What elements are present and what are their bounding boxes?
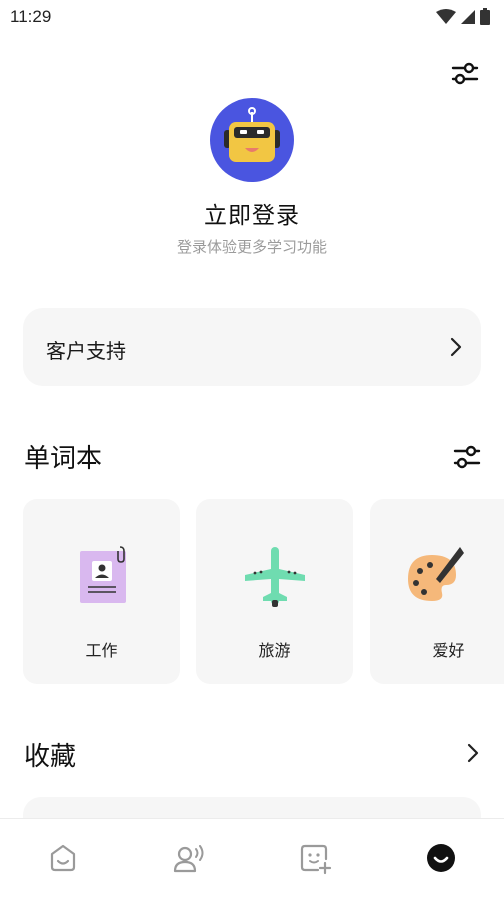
sliders-icon <box>451 62 479 85</box>
status-bar: 11:29 <box>0 0 504 34</box>
login-subtitle: 登录体验更多学习功能 <box>176 238 327 256</box>
battery-icon <box>480 8 490 25</box>
vocab-card-label: 旅游 <box>258 641 291 660</box>
home-face-icon <box>50 844 76 872</box>
login-title[interactable]: 立即登录 <box>0 196 504 230</box>
robot-icon <box>224 107 280 162</box>
favorites-title[interactable]: 收藏 <box>24 736 76 773</box>
nav-profile[interactable] <box>424 841 458 875</box>
vocab-card-label: 工作 <box>85 641 118 660</box>
vocab-card-work[interactable]: 工作 <box>23 499 180 684</box>
paint-palette-icon <box>408 547 464 601</box>
sliders-icon <box>453 445 481 469</box>
settings-button[interactable] <box>450 58 480 88</box>
status-time: 11:29 <box>10 7 52 26</box>
customer-support-card[interactable]: 客户支持 <box>23 308 481 386</box>
chevron-right-icon <box>450 337 462 357</box>
vocab-card-hobby[interactable]: 爱好 <box>370 499 504 684</box>
profile-face-icon <box>427 844 455 872</box>
airplane-icon <box>244 547 305 607</box>
chevron-right-icon[interactable] <box>466 742 480 764</box>
vocab-list[interactable]: 工作 旅游 爱好 <box>0 499 504 685</box>
nav-add-card[interactable] <box>298 841 332 875</box>
vocab-title: 单词本 <box>24 444 103 474</box>
signal-icon <box>461 9 475 24</box>
status-icons <box>436 8 490 25</box>
speaking-person-icon <box>173 845 204 873</box>
vocab-settings-button[interactable] <box>452 442 482 472</box>
bottom-nav <box>0 818 504 897</box>
add-card-icon <box>300 844 332 875</box>
wifi-icon <box>436 8 456 24</box>
customer-support-label: 客户支持 <box>46 339 126 363</box>
vocab-card-label: 爱好 <box>432 641 465 660</box>
avatar[interactable] <box>210 98 294 182</box>
nav-home[interactable] <box>46 841 80 875</box>
nav-speaking[interactable] <box>172 841 206 875</box>
work-id-card-icon <box>79 546 126 603</box>
vocab-card-travel[interactable]: 旅游 <box>196 499 353 684</box>
